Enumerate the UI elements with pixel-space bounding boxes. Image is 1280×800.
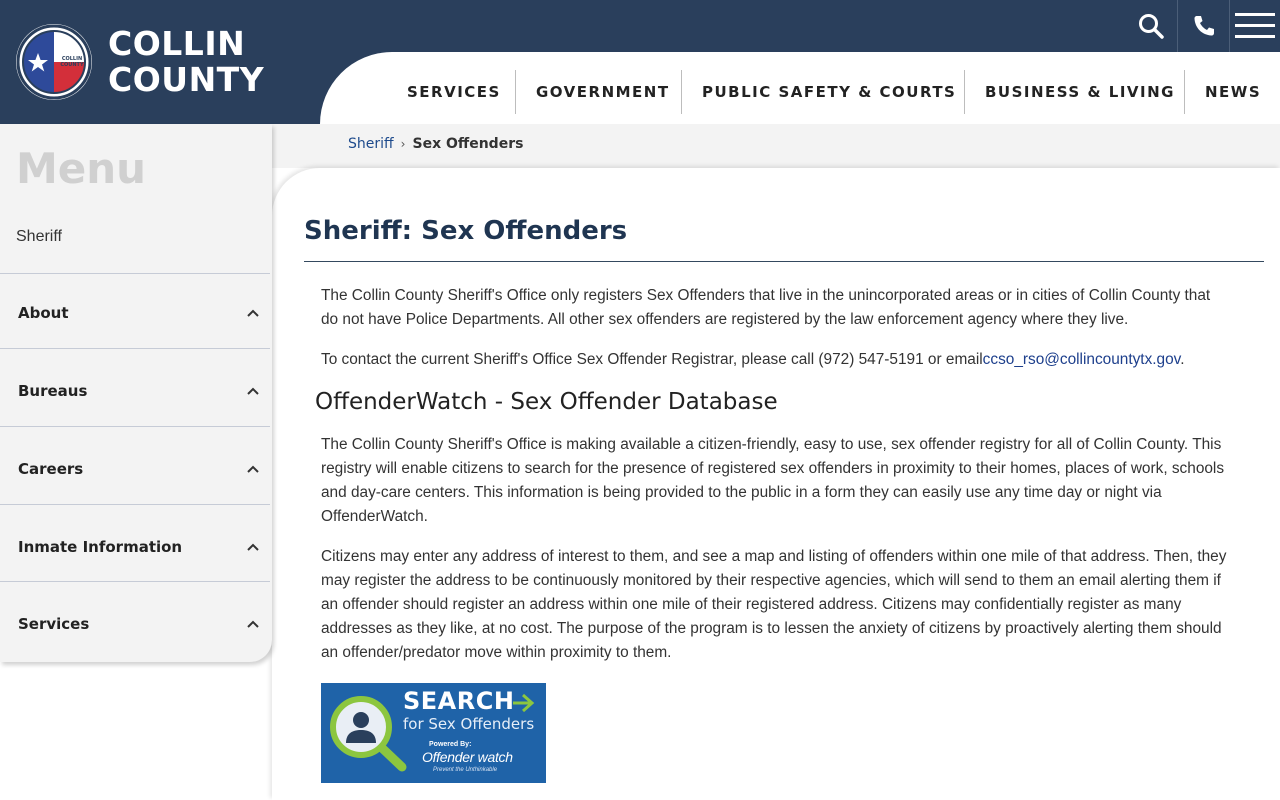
nav-public-safety-courts[interactable]: PUBLIC SAFETY & COURTS	[702, 70, 956, 114]
breadcrumb-current: Sex Offenders	[412, 136, 524, 152]
brand-line-1: COLLIN	[108, 24, 246, 63]
sidebar-item-careers[interactable]: Careers	[0, 430, 270, 507]
monitoring-paragraph: Citizens may enter any address of intere…	[321, 548, 1227, 661]
sidebar-item-label: Careers	[18, 459, 84, 478]
sidebar-item-label: About	[18, 303, 69, 322]
contact-text: To contact the current Sheriff's Office …	[321, 351, 983, 368]
search-sex-offenders-banner[interactable]: SEARCH for Sex Offenders Powered By: Off…	[321, 683, 546, 783]
primary-nav: SERVICES GOVERNMENT PUBLIC SAFETY & COUR…	[320, 52, 1280, 124]
chevron-up-icon	[247, 309, 259, 317]
title-divider	[304, 261, 1264, 262]
arrow-right-icon	[513, 693, 535, 713]
nav-government[interactable]: GOVERNMENT	[536, 70, 670, 114]
nav-divider	[964, 70, 965, 114]
sidebar-item-label: Services	[18, 614, 90, 633]
phone-icon	[1194, 16, 1214, 36]
sidebar-item-inmate-information[interactable]: Inmate Information	[0, 508, 270, 585]
page-title: Sheriff: Sex Offenders	[304, 216, 628, 246]
intro-paragraph: The Collin County Sheriff's Office only …	[321, 287, 1211, 328]
breadcrumb-chevron-icon: ›	[400, 137, 406, 151]
breadcrumb: Sheriff › Sex Offenders	[348, 136, 523, 152]
svg-text:COUNTY: COUNTY	[60, 62, 84, 68]
contact-paragraph: To contact the current Sheriff's Office …	[321, 348, 1231, 372]
nav-divider	[1184, 70, 1185, 114]
sidebar-divider	[0, 504, 270, 505]
banner-subtitle: for Sex Offenders	[403, 715, 535, 733]
nav-business-living[interactable]: BUSINESS & LIVING	[985, 70, 1175, 114]
banner-powered-by: Powered By:	[429, 741, 472, 748]
banner-tagline: Prevent the Unthinkable	[433, 767, 498, 773]
sidebar-item-services[interactable]: Services	[0, 585, 270, 662]
texas-flag-seal-icon: COLLIN COUNTY	[16, 24, 92, 100]
chevron-up-icon	[247, 387, 259, 395]
sidebar-divider	[0, 348, 270, 349]
sidebar-divider	[0, 581, 270, 582]
brand-line-2: COUNTY	[108, 60, 265, 99]
sidebar-item-bureaus[interactable]: Bureaus	[0, 352, 270, 429]
contact-suffix: .	[1180, 351, 1185, 368]
nav-news[interactable]: NEWS	[1205, 70, 1261, 114]
search-button[interactable]	[1126, 0, 1176, 52]
magnifier-person-icon	[330, 696, 407, 772]
nav-divider	[515, 70, 516, 114]
phone-button[interactable]	[1177, 0, 1229, 52]
brand-name[interactable]: COLLIN COUNTY	[108, 26, 264, 98]
site-header: COLLIN COUNTY COLLIN COUNTY SERVICES GOV…	[0, 0, 1280, 124]
chevron-up-icon	[247, 465, 259, 473]
sidebar-item-label: Bureaus	[18, 381, 88, 400]
nav-divider	[681, 70, 682, 114]
sidebar-item-label: Inmate Information	[18, 537, 183, 556]
hamburger-menu-icon	[1235, 13, 1275, 38]
main-menu-button[interactable]	[1229, 0, 1280, 52]
sidebar-link-sheriff[interactable]: Sheriff	[16, 228, 62, 246]
nav-services[interactable]: SERVICES	[407, 70, 501, 114]
search-icon	[1139, 14, 1164, 39]
section-heading: OffenderWatch - Sex Offender Database	[315, 389, 778, 415]
breadcrumb-link-sheriff[interactable]: Sheriff	[348, 136, 394, 152]
county-seal-logo[interactable]: COLLIN COUNTY	[16, 24, 92, 100]
sidebar-divider	[0, 426, 270, 427]
sidebar-title: Menu	[16, 144, 147, 193]
banner-search-label: SEARCH	[403, 687, 515, 715]
sidebar-item-about[interactable]: About	[0, 274, 270, 351]
registrar-email-link[interactable]: ccso_rso@collincountytx.gov	[983, 351, 1181, 368]
chevron-up-icon	[247, 620, 259, 628]
offenderwatch-logo-text: Offender watch	[422, 749, 513, 765]
chevron-up-icon	[247, 543, 259, 551]
sidebar-menu: Menu Sheriff About Bureaus Careers Inmat…	[0, 124, 272, 662]
registry-paragraph: The Collin County Sheriff's Office is ma…	[321, 436, 1225, 525]
